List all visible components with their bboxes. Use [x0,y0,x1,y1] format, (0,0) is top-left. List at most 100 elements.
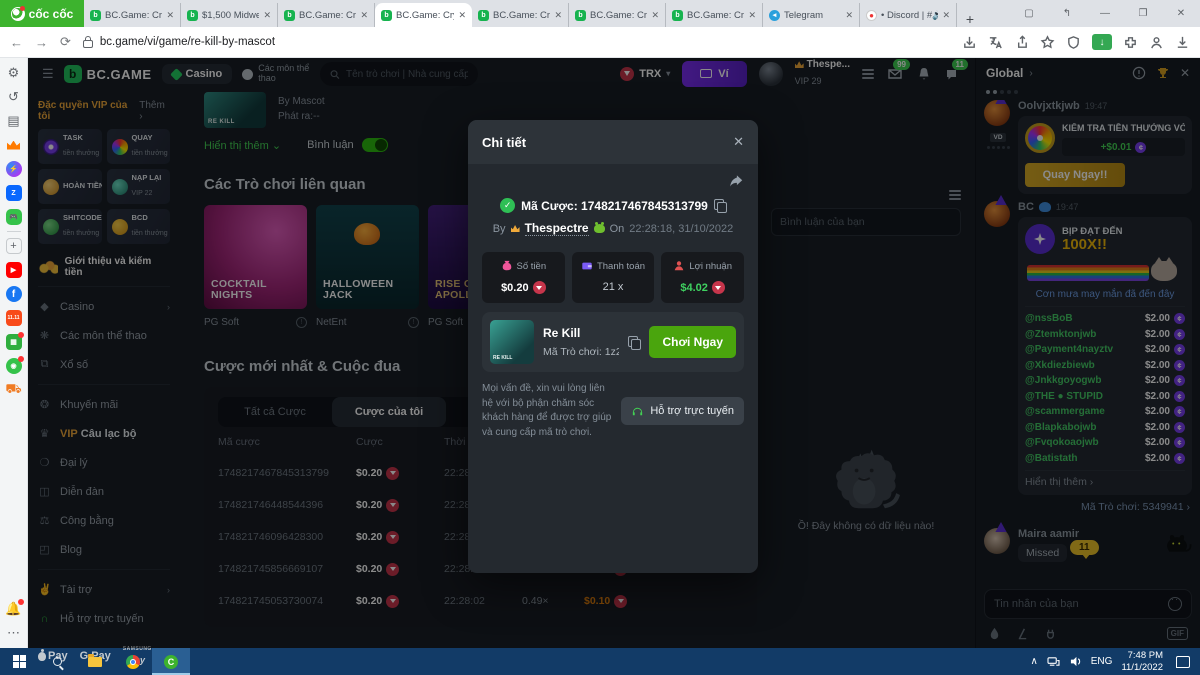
windows-taskbar: C ∧ ENG 7:48 PM 11/1/2022 [0,648,1200,675]
browser-tab-telegram[interactable]: ◂ Telegram ✕ [763,3,860,27]
tab-close-icon[interactable]: ✕ [166,10,174,21]
trx-coin-icon [711,281,725,294]
modal-header: Chi tiết ✕ [468,120,758,164]
cart-icon[interactable]: ⛟ [5,381,21,398]
downloads-icon[interactable] [1175,35,1190,50]
add-app-icon[interactable]: + [5,238,22,254]
zalo-icon[interactable]: Z [5,185,22,201]
browser-tab-active[interactable]: bBC.Game: Crypto✕ [375,3,472,27]
volume-icon[interactable] [1069,656,1082,667]
sidebar-more-icon[interactable]: ⋯ [6,625,22,641]
windows-logo-icon [12,655,26,668]
maximize-button[interactable]: ❐ [1124,8,1162,19]
save-page-icon[interactable] [962,35,977,50]
bcgame-favicon: b [284,9,295,21]
lock-icon [82,35,93,48]
notification-bell-icon[interactable]: 🔔 [5,599,24,617]
start-button[interactable] [0,648,38,675]
bet-username[interactable]: Thespectre [524,221,589,236]
reading-list-icon[interactable]: ▤ [6,113,22,129]
taskbar-clock[interactable]: 7:48 PM 11/1/2022 [1121,650,1163,674]
sidebar-divider [6,231,21,232]
game-thumbnail[interactable]: RE KILL [490,320,534,364]
url-text[interactable]: bc.game/vi/game/re-kill-by-mascot [100,36,275,48]
tab-close-icon[interactable]: ✕ [651,10,659,21]
action-center-icon[interactable] [1176,655,1190,668]
extensions-icon[interactable] [1123,35,1138,50]
browser-tab[interactable]: b$1,500 Midweek✕ [181,3,278,27]
gift-icon[interactable]: ▦ [5,332,24,350]
new-tab-button[interactable]: + [957,11,983,27]
url-box[interactable]: bc.game/vi/game/re-kill-by-mascot [82,35,950,48]
bet-stats: Số tiền $0.20 Thanh toán 21 x Lợi nhuận … [482,252,744,303]
browser-tab[interactable]: bBC.Game: Crypto✕ [666,3,763,27]
clock-time: 7:48 PM [1127,649,1163,661]
bet-datetime: 22:28:18, 31/10/2022 [629,222,734,235]
facebook-icon[interactable]: f [5,286,22,302]
stat-payout: Thanh toán 21 x [571,252,655,303]
tab-close-icon[interactable]: ✕ [942,10,950,21]
settings-gear-icon[interactable]: ⚙ [6,65,22,81]
messenger-icon[interactable]: ⚡ [5,161,22,177]
translate-icon[interactable] [988,35,1003,50]
web-page: ☰ b BC.GAME Casino Các môn thể thao Tên … [28,58,1200,664]
close-button[interactable]: ✕ [1162,8,1200,19]
tab-search-icon[interactable]: ▢ [1010,8,1048,19]
bcgame-favicon: b [381,9,392,21]
reload-icon[interactable]: ⟳ [60,34,71,50]
download-manager-icon[interactable]: ↓ [1092,34,1112,50]
discord-favicon: ● [866,9,877,21]
forward-icon[interactable]: → [35,35,48,50]
share-icon[interactable] [1014,34,1029,50]
copy-icon[interactable] [628,335,642,350]
tab-close-icon[interactable]: ✕ [360,10,368,21]
browser-sidebar: ⚙ ↺ ▤ ⚡ Z 🎮 + ▶ f 11.11 ▦ ◉ ⛟ 🔔 ⋯ [0,58,28,648]
live-support-button[interactable]: Hỗ trợ trực tuyến [621,397,744,425]
tab-close-icon[interactable]: ✕ [554,10,562,21]
chat-app-icon[interactable]: ◉ [5,356,24,374]
modal-close-icon[interactable]: ✕ [733,134,744,150]
bcgame-favicon: b [187,9,198,21]
minimize-button[interactable]: — [1086,8,1124,19]
game-name: Re Kill [543,326,581,340]
shopping-sale-icon[interactable]: 11.11 [5,310,22,326]
browser-tab-discord[interactable]: ●• Discord | #🔊m✕ [860,3,957,27]
play-now-button[interactable]: Chơi Ngay [649,326,736,358]
tray-expand-icon[interactable]: ∧ [1030,656,1037,667]
language-indicator[interactable]: ENG [1091,656,1113,667]
profile-icon[interactable] [1149,35,1164,50]
screen: cốc cốc bBC.Game: Crypto✕ b$1,500 Midwee… [0,0,1200,675]
crown-icon [510,225,520,232]
browser-tab[interactable]: bBC.Game: Crypto✕ [84,3,181,27]
network-icon[interactable] [1047,656,1060,667]
frog-icon [593,222,605,233]
bet-detail-modal: Chi tiết ✕ ✓ Mã Cược: 174821746784531379… [468,120,758,573]
coccoc-logo-icon [10,5,25,21]
vip-crown-icon[interactable] [6,137,22,153]
browser-tab[interactable]: bBC.Game: Crypto✕ [472,3,569,27]
bcgame-favicon: b [90,9,101,21]
browser-tab[interactable]: bBC.Game: Crypto✕ [278,3,375,27]
bookmark-star-icon[interactable] [1040,34,1055,50]
back-icon[interactable]: ← [10,35,23,50]
browser-tab[interactable]: bBC.Game: Crypto✕ [569,3,666,27]
bcgame-favicon: b [575,9,586,21]
youtube-icon[interactable]: ▶ [5,262,22,278]
game-code: Mã Trò chơi: 1z2xm6:v [543,346,620,358]
share-icon[interactable] [728,174,744,190]
tab-close-icon[interactable]: ✕ [748,10,756,21]
history-icon[interactable]: ↺ [6,89,22,105]
shield-icon[interactable] [1066,35,1081,50]
games-icon[interactable]: 🎮 [5,209,22,225]
tab-close-icon[interactable]: ✕ [263,10,271,21]
tab-close-icon[interactable]: ✕ [845,10,853,21]
recent-tabs-icon[interactable]: ↰ [1048,8,1086,19]
copy-icon[interactable] [713,199,727,213]
browser-brand[interactable]: cốc cốc [0,0,84,27]
browser-brand-label: cốc cốc [28,6,74,21]
tab-close-icon[interactable]: ✕ [458,10,466,21]
search-icon [52,657,62,666]
chrome-icon [126,654,140,669]
modal-title: Chi tiết [482,134,527,150]
window-controls: ▢ ↰ — ❐ ✕ [1010,0,1200,27]
